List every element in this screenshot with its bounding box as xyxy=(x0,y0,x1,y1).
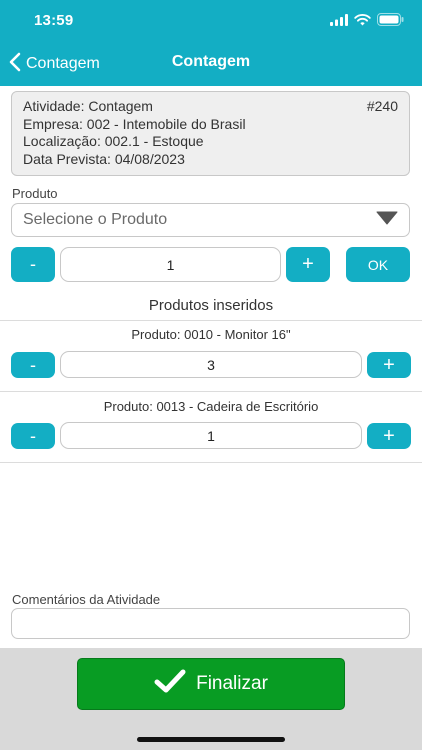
wifi-icon xyxy=(354,13,371,31)
item-increase-button[interactable]: + xyxy=(367,423,411,449)
inserted-products-title: Produtos inseridos xyxy=(148,297,274,314)
company: Empresa: 002 - Intemobile do Brasil xyxy=(23,115,246,132)
quantity-input[interactable]: 1 xyxy=(60,247,281,282)
increase-quantity-button[interactable]: + xyxy=(286,247,330,282)
product-select[interactable]: Selecione o Produto xyxy=(11,203,410,237)
nav-bar: Contagem Contagem xyxy=(0,44,422,86)
activity-type: Atividade: Contagem xyxy=(23,98,153,114)
checkmark-icon xyxy=(154,669,186,699)
status-bar: 13:59 xyxy=(0,0,422,44)
status-icons xyxy=(330,13,404,31)
item-decrease-button[interactable]: - xyxy=(11,352,55,378)
inserted-product-name: Produto: 0010 - Monitor 16" xyxy=(131,327,291,342)
comments-input[interactable] xyxy=(11,608,410,639)
page-title: Contagem xyxy=(171,53,251,70)
divider xyxy=(0,391,422,392)
dropdown-triangle-icon xyxy=(376,211,398,230)
inserted-product-name: Produto: 0013 - Cadeira de Escritório xyxy=(103,399,319,414)
item-increase-button[interactable]: + xyxy=(367,352,411,378)
item-quantity-input[interactable]: 3 xyxy=(60,351,362,378)
divider xyxy=(0,320,422,321)
app-header: 13:59 Contagem Contagem xyxy=(0,0,422,86)
activity-info-box: Atividade: Contagem Empresa: 002 - Intem… xyxy=(11,91,410,176)
item-decrease-button[interactable]: - xyxy=(11,423,55,449)
finalize-label: Finalizar xyxy=(196,673,268,694)
status-time: 13:59 xyxy=(34,12,74,29)
battery-icon xyxy=(377,13,404,31)
product-select-placeholder: Selecione o Produto xyxy=(23,211,168,228)
finalize-button[interactable]: Finalizar xyxy=(77,658,345,710)
activity-number: #240 xyxy=(366,98,398,114)
signal-icon xyxy=(330,13,348,31)
divider xyxy=(0,462,422,463)
comments-label: Comentários da Atividade xyxy=(12,592,161,607)
due-date: Data Prevista: 04/08/2023 xyxy=(23,150,185,167)
product-label: Produto xyxy=(12,186,58,201)
location: Localização: 002.1 - Estoque xyxy=(23,133,204,149)
home-indicator xyxy=(137,737,285,742)
ok-button[interactable]: OK xyxy=(346,247,410,282)
item-quantity-input[interactable]: 1 xyxy=(60,422,362,449)
decrease-quantity-button[interactable]: - xyxy=(11,247,55,282)
